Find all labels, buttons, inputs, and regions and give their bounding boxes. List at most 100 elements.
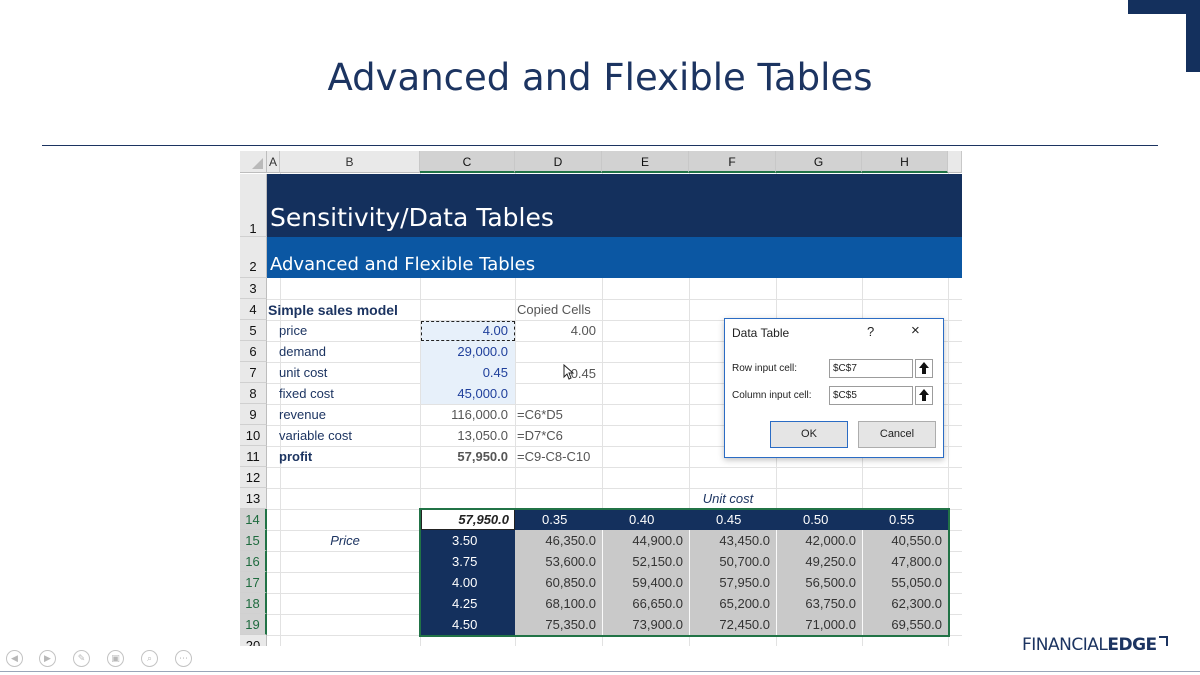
table-cell[interactable]: 73,900.0 <box>603 614 683 635</box>
col-header-g[interactable]: G <box>776 151 862 173</box>
table-cell[interactable]: 44,900.0 <box>603 530 683 551</box>
value-fixed-cost[interactable]: 45,000.0 <box>421 384 508 404</box>
label-demand[interactable]: demand <box>279 342 326 362</box>
collapse-arrow-icon[interactable] <box>915 359 933 378</box>
table-cell[interactable]: 68,100.0 <box>516 593 596 614</box>
value-unit-cost[interactable]: 0.45 <box>421 363 508 383</box>
table-cell[interactable]: 53,600.0 <box>516 551 596 572</box>
unit-cost-2[interactable]: 0.45 <box>716 509 741 530</box>
price-4[interactable]: 4.50 <box>452 614 477 635</box>
table-cell[interactable]: 63,750.0 <box>777 593 856 614</box>
select-all-corner[interactable] <box>240 151 267 173</box>
row-header-19[interactable]: 19 <box>240 614 267 635</box>
previous-slide-icon[interactable]: ◀ <box>6 650 23 667</box>
cancel-button[interactable]: Cancel <box>858 421 936 448</box>
row-header-4[interactable]: 4 <box>240 299 267 320</box>
row-header-12[interactable]: 12 <box>240 467 267 488</box>
value-profit[interactable]: 57,950.0 <box>421 447 508 467</box>
column-input-field[interactable]: $C$5 <box>829 386 913 405</box>
price-2[interactable]: 4.00 <box>452 572 477 593</box>
row-header-15[interactable]: 15 <box>240 530 267 551</box>
price-0[interactable]: 3.50 <box>452 530 477 551</box>
table-cell[interactable]: 71,000.0 <box>777 614 856 635</box>
value-price[interactable]: 4.00 <box>421 321 508 341</box>
more-options-icon[interactable]: ⋯ <box>175 650 192 667</box>
row-header-10[interactable]: 10 <box>240 425 267 446</box>
table-cell[interactable]: 66,650.0 <box>603 593 683 614</box>
collapse-arrow-icon[interactable] <box>915 386 933 405</box>
table-cell[interactable]: 46,350.0 <box>516 530 596 551</box>
close-icon[interactable]: × <box>911 322 920 339</box>
col-header-a[interactable]: A <box>267 151 280 173</box>
row-header-20[interactable]: 20 <box>240 635 267 646</box>
copied-price[interactable]: 4.00 <box>516 321 596 341</box>
col-header-d[interactable]: D <box>515 151 602 173</box>
row-input-field[interactable]: $C$7 <box>829 359 913 378</box>
row-header-5[interactable]: 5 <box>240 320 267 341</box>
row-header-17[interactable]: 17 <box>240 572 267 593</box>
slides-grid-icon[interactable]: ▣ <box>107 650 124 667</box>
label-price[interactable]: price <box>279 321 307 341</box>
copied-unit-cost[interactable]: 0.45 <box>516 364 596 384</box>
ok-button[interactable]: OK <box>770 421 848 448</box>
table-cell[interactable]: 47,800.0 <box>863 551 942 572</box>
table-cell[interactable]: 50,700.0 <box>690 551 770 572</box>
table-cell[interactable]: 49,250.0 <box>777 551 856 572</box>
unit-cost-0[interactable]: 0.35 <box>542 509 567 530</box>
value-demand[interactable]: 29,000.0 <box>421 342 508 362</box>
row-header-18[interactable]: 18 <box>240 593 267 614</box>
row-header-1[interactable]: 1 <box>240 174 267 237</box>
table-cell[interactable]: 69,550.0 <box>863 614 942 635</box>
label-unit-cost[interactable]: unit cost <box>279 363 327 383</box>
table-cell[interactable]: 75,350.0 <box>516 614 596 635</box>
table-cell[interactable]: 56,500.0 <box>777 572 856 593</box>
table-cell[interactable]: 42,000.0 <box>777 530 856 551</box>
row-header-7[interactable]: 7 <box>240 362 267 383</box>
row-header-13[interactable]: 13 <box>240 488 267 509</box>
col-header-c[interactable]: C <box>420 151 515 173</box>
row-header-16[interactable]: 16 <box>240 551 267 572</box>
row-header-3[interactable]: 3 <box>240 278 267 299</box>
formula-profit[interactable]: =C9-C8-C10 <box>517 447 590 467</box>
formula-revenue[interactable]: =C6*D5 <box>517 405 563 425</box>
table-cell[interactable]: 65,200.0 <box>690 593 770 614</box>
col-header-h[interactable]: H <box>862 151 948 173</box>
zoom-icon[interactable]: ⌕ <box>141 650 158 667</box>
table-cell[interactable]: 72,450.0 <box>690 614 770 635</box>
data-table-dialog[interactable]: Data Table ? × Row input cell: $C$7 Colu… <box>724 318 944 458</box>
value-revenue[interactable]: 116,000.0 <box>421 405 508 425</box>
pen-icon[interactable]: ✎ <box>73 650 90 667</box>
table-cell[interactable]: 40,550.0 <box>863 530 942 551</box>
model-header[interactable]: Simple sales model <box>268 300 398 320</box>
unit-cost-1[interactable]: 0.40 <box>629 509 654 530</box>
col-header-e[interactable]: E <box>602 151 689 173</box>
table-cell[interactable]: 43,450.0 <box>690 530 770 551</box>
table-cell[interactable]: 60,850.0 <box>516 572 596 593</box>
copied-cells-header[interactable]: Copied Cells <box>517 300 591 320</box>
label-profit[interactable]: profit <box>279 447 312 467</box>
col-header-f[interactable]: F <box>689 151 776 173</box>
price-3[interactable]: 4.25 <box>452 593 477 614</box>
row-header-11[interactable]: 11 <box>240 446 267 467</box>
formula-variable-cost[interactable]: =D7*C6 <box>517 426 563 446</box>
value-variable-cost[interactable]: 13,050.0 <box>421 426 508 446</box>
label-variable-cost[interactable]: variable cost <box>279 426 352 446</box>
table-cell[interactable]: 55,050.0 <box>863 572 942 593</box>
row-header-2[interactable]: 2 <box>240 237 267 278</box>
label-revenue[interactable]: revenue <box>279 405 326 425</box>
next-slide-icon[interactable]: ▶ <box>39 650 56 667</box>
table-cell[interactable]: 52,150.0 <box>603 551 683 572</box>
table-cell[interactable]: 57,950.0 <box>690 572 770 593</box>
row-header-8[interactable]: 8 <box>240 383 267 404</box>
row-header-9[interactable]: 9 <box>240 404 267 425</box>
price-1[interactable]: 3.75 <box>452 551 477 572</box>
table-cell[interactable]: 62,300.0 <box>863 593 942 614</box>
label-fixed-cost[interactable]: fixed cost <box>279 384 334 404</box>
col-header-b[interactable]: B <box>280 151 420 173</box>
row-header-6[interactable]: 6 <box>240 341 267 362</box>
row-header-14[interactable]: 14 <box>240 509 267 530</box>
table-cell[interactable]: 59,400.0 <box>603 572 683 593</box>
help-icon[interactable]: ? <box>867 324 874 339</box>
corner-value[interactable]: 57,950.0 <box>421 509 509 530</box>
col-header-i[interactable] <box>948 151 962 173</box>
